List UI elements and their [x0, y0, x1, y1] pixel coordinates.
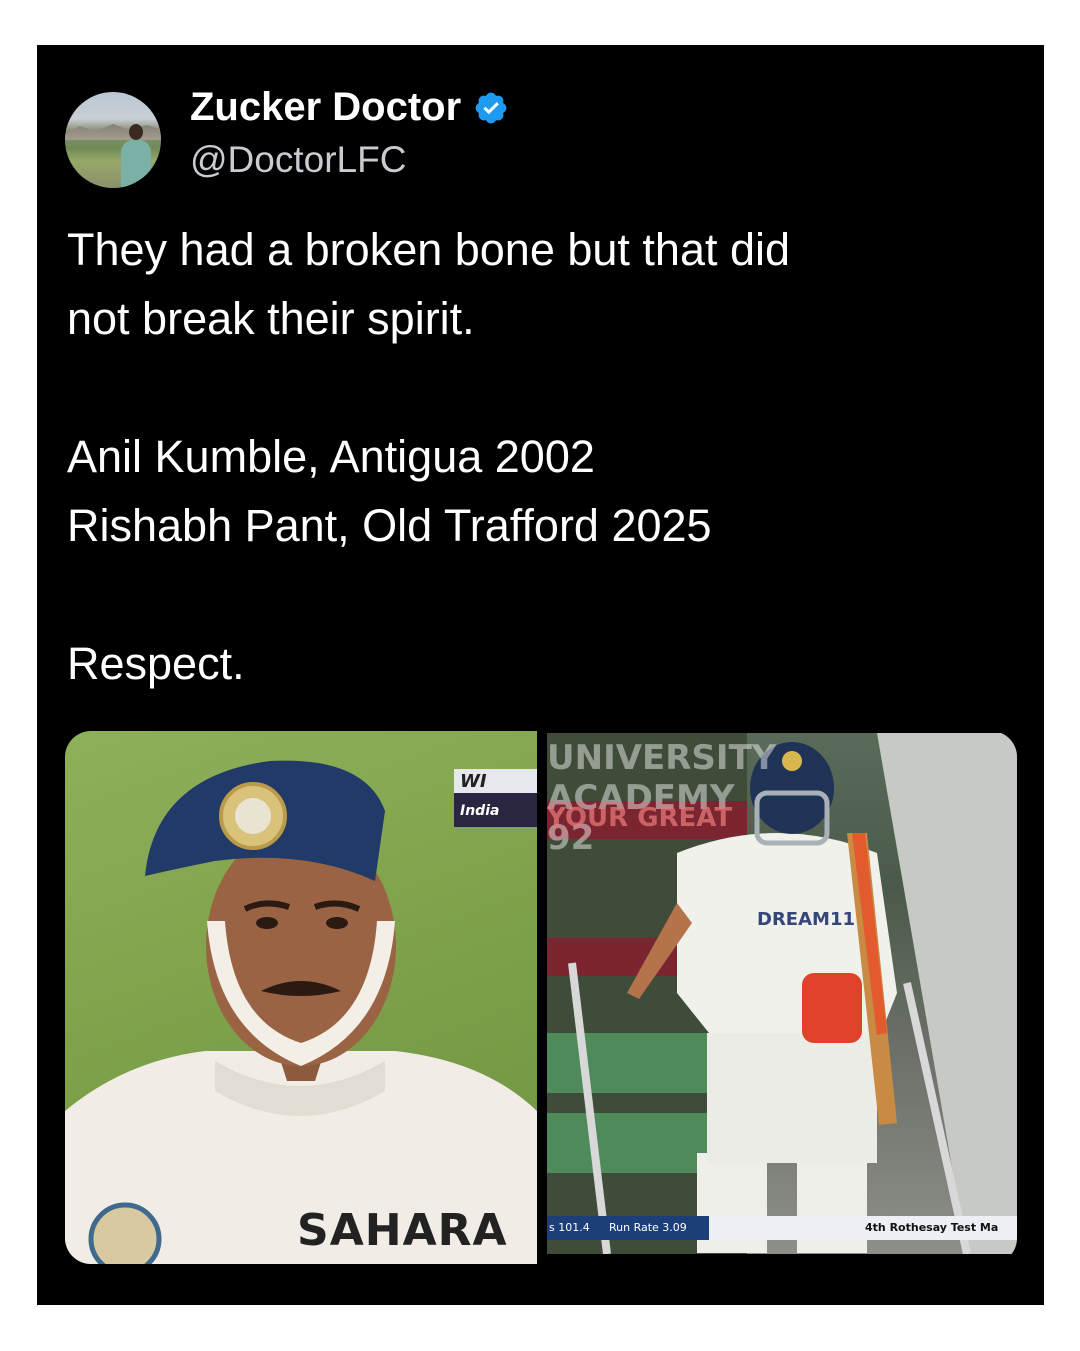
tweet-card: Zucker Doctor @DoctorLFC They had a brok… — [37, 45, 1044, 1305]
ticker-match-title: 4th Rothesay Test Ma — [865, 1221, 999, 1234]
verified-badge-icon — [475, 92, 507, 123]
author-name[interactable]: Zucker Doctor — [190, 85, 461, 130]
media-image-pant[interactable]: UNIVERSITY ACADEMY 92 YOUR GREAT DREAM11… — [547, 733, 1017, 1254]
shirt-sponsor-right: DREAM11 — [757, 909, 855, 930]
ticker-score: s 101.4 — [549, 1221, 590, 1234]
author-handle[interactable]: @DoctorLFC — [190, 139, 406, 181]
tweet-body: They had a broken bone but that did not … — [67, 215, 1017, 698]
shirt-sponsor-left: SAHARA — [297, 1205, 508, 1256]
author-name-row[interactable]: Zucker Doctor — [190, 85, 509, 130]
board-text-academy: UNIVERSITY ACADEMY 92 — [547, 738, 777, 858]
tweet-media[interactable]: WI India SAHARA UNIVERSITY ACADEMY 92 YO… — [65, 731, 1017, 1264]
score-tag-team2: India — [460, 803, 500, 819]
tweet-line: They had a broken bone but that did — [67, 224, 791, 275]
tweet-line: Respect. — [67, 638, 245, 689]
score-tag-team1: WI — [460, 771, 487, 792]
tweet-line: Rishabh Pant, Old Trafford 2025 — [67, 500, 712, 551]
broadcast-ticker: s 101.4 Run Rate 3.09 4th Rothesay Test … — [547, 1216, 1017, 1240]
tweet-line: not break their spirit. — [67, 293, 475, 344]
tweet-line: Anil Kumble, Antigua 2002 — [67, 431, 595, 482]
broadcast-score-tag: WI India — [454, 769, 537, 827]
avatar-person — [121, 124, 151, 188]
board-text-great: YOUR GREAT — [547, 803, 733, 833]
ticker-run-rate: Run Rate 3.09 — [609, 1221, 687, 1234]
author-avatar[interactable] — [65, 92, 161, 188]
media-image-kumble[interactable]: WI India SAHARA — [65, 731, 537, 1264]
